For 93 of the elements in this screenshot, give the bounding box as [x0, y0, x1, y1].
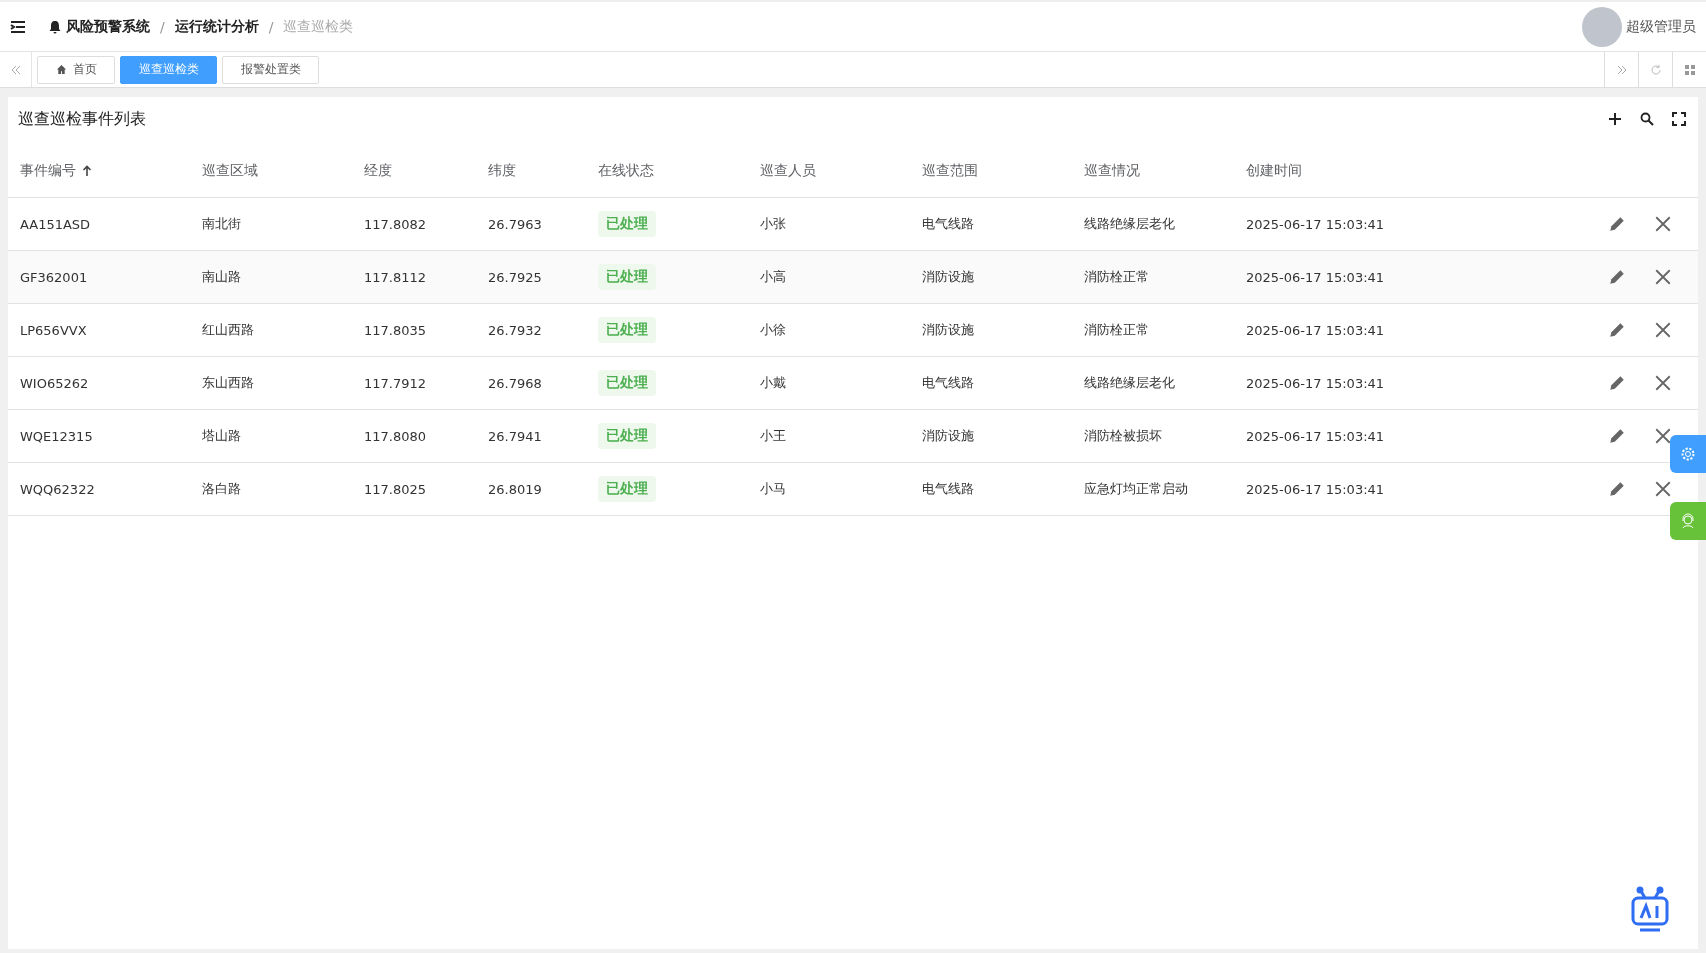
table-cell: 电气线路 [922, 480, 974, 498]
table-cell: 线路绝缘层老化 [1084, 374, 1175, 392]
column-header[interactable]: 巡查区域 [202, 162, 258, 180]
table-cell: 2025-06-17 15:03:41 [1246, 428, 1385, 444]
table-cell: 东山西路 [202, 374, 254, 392]
table-cell: 26.7941 [488, 428, 542, 444]
table-cell: 红山西路 [202, 321, 254, 339]
close-icon[interactable] [1654, 374, 1672, 392]
home-icon[interactable] [55, 64, 67, 75]
breadcrumb-link[interactable]: 风险预警系统 [66, 17, 150, 36]
ai-robot-icon[interactable] [1630, 886, 1670, 934]
status-tag: 已处理 [598, 370, 656, 396]
table-cell: WIO65262 [20, 375, 89, 391]
table-cell: 117.8035 [364, 322, 427, 338]
table-cell: 26.8019 [488, 481, 542, 497]
status-tag: 已处理 [598, 476, 656, 502]
table-cell: 小高 [760, 268, 786, 286]
table-cell: 电气线路 [922, 215, 974, 233]
table-cell: 消防设施 [922, 427, 974, 445]
table-cell: 南北街 [202, 215, 241, 233]
table-cell: GF362001 [20, 269, 88, 285]
table-cell: 洛白路 [202, 480, 241, 498]
table-cell: 117.8082 [364, 216, 427, 232]
breadcrumb-separator: / [268, 18, 274, 35]
breadcrumb-link[interactable]: 运行统计分析 [174, 17, 259, 36]
table-cell: 小徐 [760, 321, 786, 339]
table-cell: 消防栓正常 [1084, 268, 1149, 286]
close-icon[interactable] [1654, 321, 1672, 339]
table-cell: 26.7932 [488, 322, 542, 338]
status-tag: 已处理 [598, 317, 656, 343]
column-header[interactable]: 巡查情况 [1084, 162, 1140, 180]
table-cell: 南山路 [202, 268, 241, 286]
add-icon[interactable] [1608, 112, 1622, 126]
table-cell: 小张 [760, 215, 786, 233]
table-cell: 消防栓被损坏 [1084, 427, 1162, 445]
edit-icon[interactable] [1608, 427, 1626, 445]
status-tag: 已处理 [598, 423, 656, 449]
column-header[interactable]: 经度 [364, 162, 392, 180]
panel-title: 巡查巡检事件列表 [18, 108, 146, 130]
status-tag: 已处理 [598, 211, 656, 237]
table-cell: WQQ62322 [20, 481, 95, 497]
close-icon[interactable] [1654, 268, 1672, 286]
column-header[interactable]: 在线状态 [598, 162, 654, 180]
tab[interactable]: 首页 [37, 55, 115, 84]
status-tag: 已处理 [598, 264, 656, 290]
breadcrumb-separator: / [160, 18, 165, 35]
table-cell: 26.7925 [488, 269, 542, 285]
close-icon[interactable] [1654, 480, 1672, 498]
fullscreen-icon[interactable] [1672, 112, 1686, 126]
table-cell: 应急灯均正常启动 [1084, 480, 1188, 498]
column-header[interactable]: 事件编号 [20, 162, 76, 180]
gear-icon[interactable] [1680, 446, 1696, 462]
table-cell: 117.7912 [364, 375, 427, 391]
table-cell: 消防设施 [922, 321, 974, 339]
table-cell: 塔山路 [202, 427, 241, 445]
edit-icon[interactable] [1608, 215, 1626, 233]
edit-icon[interactable] [1608, 374, 1626, 392]
table-cell: AA151ASD [20, 216, 91, 232]
table-cell: 117.8025 [364, 481, 427, 497]
table-cell: 2025-06-17 15:03:41 [1246, 375, 1385, 391]
column-header[interactable]: 巡查人员 [760, 162, 816, 180]
table-cell: 26.7963 [488, 216, 542, 232]
table-cell: 26.7968 [488, 375, 542, 391]
search-icon[interactable] [1640, 112, 1654, 126]
grid-icon[interactable] [1683, 63, 1696, 76]
table-cell: 小王 [760, 427, 786, 445]
edit-icon[interactable] [1608, 480, 1626, 498]
table-cell: 消防栓正常 [1084, 321, 1149, 339]
table-cell: 电气线路 [922, 374, 974, 392]
table-cell: 2025-06-17 15:03:41 [1246, 481, 1385, 497]
close-icon[interactable] [1654, 215, 1672, 233]
bell-icon [48, 19, 62, 34]
table-cell: LP656VVX [20, 322, 87, 338]
table-cell: 消防设施 [922, 268, 974, 286]
table-cell: 2025-06-17 15:03:41 [1246, 269, 1385, 285]
table-cell: WQE12315 [20, 428, 93, 444]
table-cell: 117.8080 [364, 428, 427, 444]
edit-icon[interactable] [1608, 321, 1626, 339]
column-header[interactable]: 纬度 [488, 162, 516, 180]
table-cell: 小戴 [760, 374, 786, 392]
table-cell: 线路绝缘层老化 [1084, 215, 1175, 233]
table-cell: 2025-06-17 15:03:41 [1246, 322, 1385, 338]
menu-icon[interactable] [10, 19, 26, 34]
close-icon[interactable] [1654, 427, 1672, 445]
sort-up-icon[interactable] [82, 165, 92, 177]
column-header[interactable]: 创建时间 [1246, 162, 1302, 180]
table-cell: 2025-06-17 15:03:41 [1246, 216, 1385, 232]
user-name[interactable]: 超级管理员 [1626, 17, 1696, 36]
table-cell: 小马 [760, 480, 786, 498]
table-cell: 117.8112 [364, 269, 427, 285]
edit-icon[interactable] [1608, 268, 1626, 286]
tab[interactable]: 报警处置类 [222, 55, 319, 84]
column-header[interactable]: 巡查范围 [922, 162, 978, 180]
